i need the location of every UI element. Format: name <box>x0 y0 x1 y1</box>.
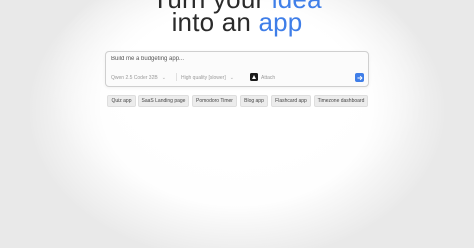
suggestion-chip-flashcard-app[interactable]: Flashcard app <box>271 95 311 107</box>
prompt-box: Qwen 2.5 Coder 32B⌄ High quality [slower… <box>105 51 369 87</box>
together-logo-icon <box>250 73 258 81</box>
prompt-input[interactable] <box>111 56 351 62</box>
arrow-right-icon <box>356 75 362 80</box>
headline-line-2-text: into an <box>171 7 259 37</box>
send-button[interactable] <box>355 73 364 82</box>
chevron-down-icon: ⌄ <box>229 75 234 81</box>
attach-button[interactable]: Attach <box>261 75 275 81</box>
quality-select-value: High quality [slower] <box>181 75 226 81</box>
suggestion-chip-pomodoro-timer[interactable]: Pomodoro Timer <box>192 95 237 107</box>
chevron-down-icon: ⌄ <box>161 75 166 81</box>
model-select[interactable]: Qwen 2.5 Coder 32B ⌄ <box>111 75 166 81</box>
suggestion-chip-blog-app[interactable]: Blog app <box>240 95 268 107</box>
suggestion-chip-saas-landing-page[interactable]: SaaS Landing page <box>138 95 189 107</box>
headline-accent-app: app <box>258 7 303 37</box>
suggestion-chip-quiz-app[interactable]: Quiz app <box>107 95 136 107</box>
divider <box>176 73 177 81</box>
suggestion-chips: Quiz app SaaS Landing page Pomodoro Time… <box>0 95 474 107</box>
attach-label: Attach <box>261 75 276 81</box>
headline-line-2: into an app <box>0 9 474 35</box>
background-glow <box>30 0 444 248</box>
suggestion-chip-timezone-dashboard[interactable]: Timezone dashboard <box>314 95 368 107</box>
quality-select[interactable]: High quality [slower] ⌄ <box>181 75 234 81</box>
model-select-value: Qwen 2.5 Coder 32B <box>111 75 158 81</box>
